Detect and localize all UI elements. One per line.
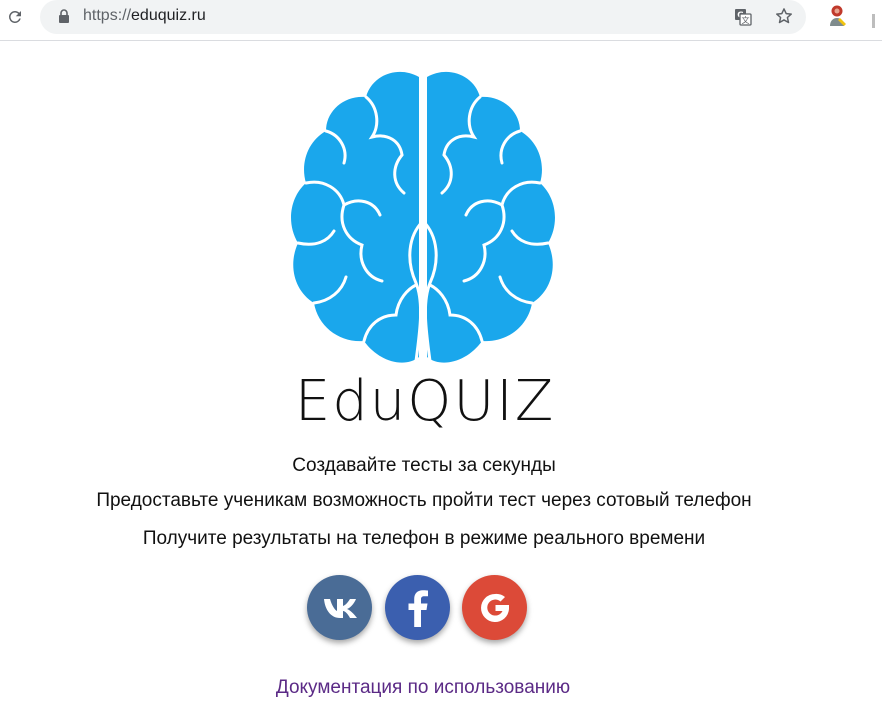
google-login-button[interactable] <box>462 575 527 640</box>
brain-logo-icon <box>291 71 555 363</box>
svg-text:文: 文 <box>742 15 750 25</box>
lock-icon <box>59 9 69 23</box>
translate-icon[interactable]: G 文 <box>734 8 752 26</box>
documentation-link[interactable]: Документация по использованию <box>0 677 846 699</box>
browser-toolbar: https://eduquiz.ru G 文 <box>0 0 882 41</box>
brand-wordmark: EduQUIZ <box>294 369 556 434</box>
reload-icon[interactable] <box>4 6 26 28</box>
facebook-login-button[interactable] <box>385 575 450 640</box>
tagline-create: Создавайте тесты за секунды <box>292 455 556 476</box>
address-bar[interactable]: https://eduquiz.ru G 文 <box>40 0 806 34</box>
url-text[interactable]: https://eduquiz.ru <box>83 7 206 25</box>
toolbar-edge <box>872 14 875 28</box>
google-icon <box>480 593 509 622</box>
tagline-phone: Предоставьте ученикам возможность пройти… <box>96 490 752 511</box>
extension-icon[interactable] <box>826 4 848 28</box>
url-scheme: https:// <box>83 7 132 24</box>
tagline-results: Получите результаты на телефон в режиме … <box>142 528 706 549</box>
page-content: EduQUIZ Создавайте тесты за секунды Пред… <box>0 41 882 716</box>
bookmark-star-icon[interactable] <box>774 6 794 26</box>
vk-icon <box>323 598 357 618</box>
vk-login-button[interactable] <box>307 575 372 640</box>
url-host: eduquiz.ru <box>131 7 206 24</box>
facebook-icon <box>408 589 428 627</box>
